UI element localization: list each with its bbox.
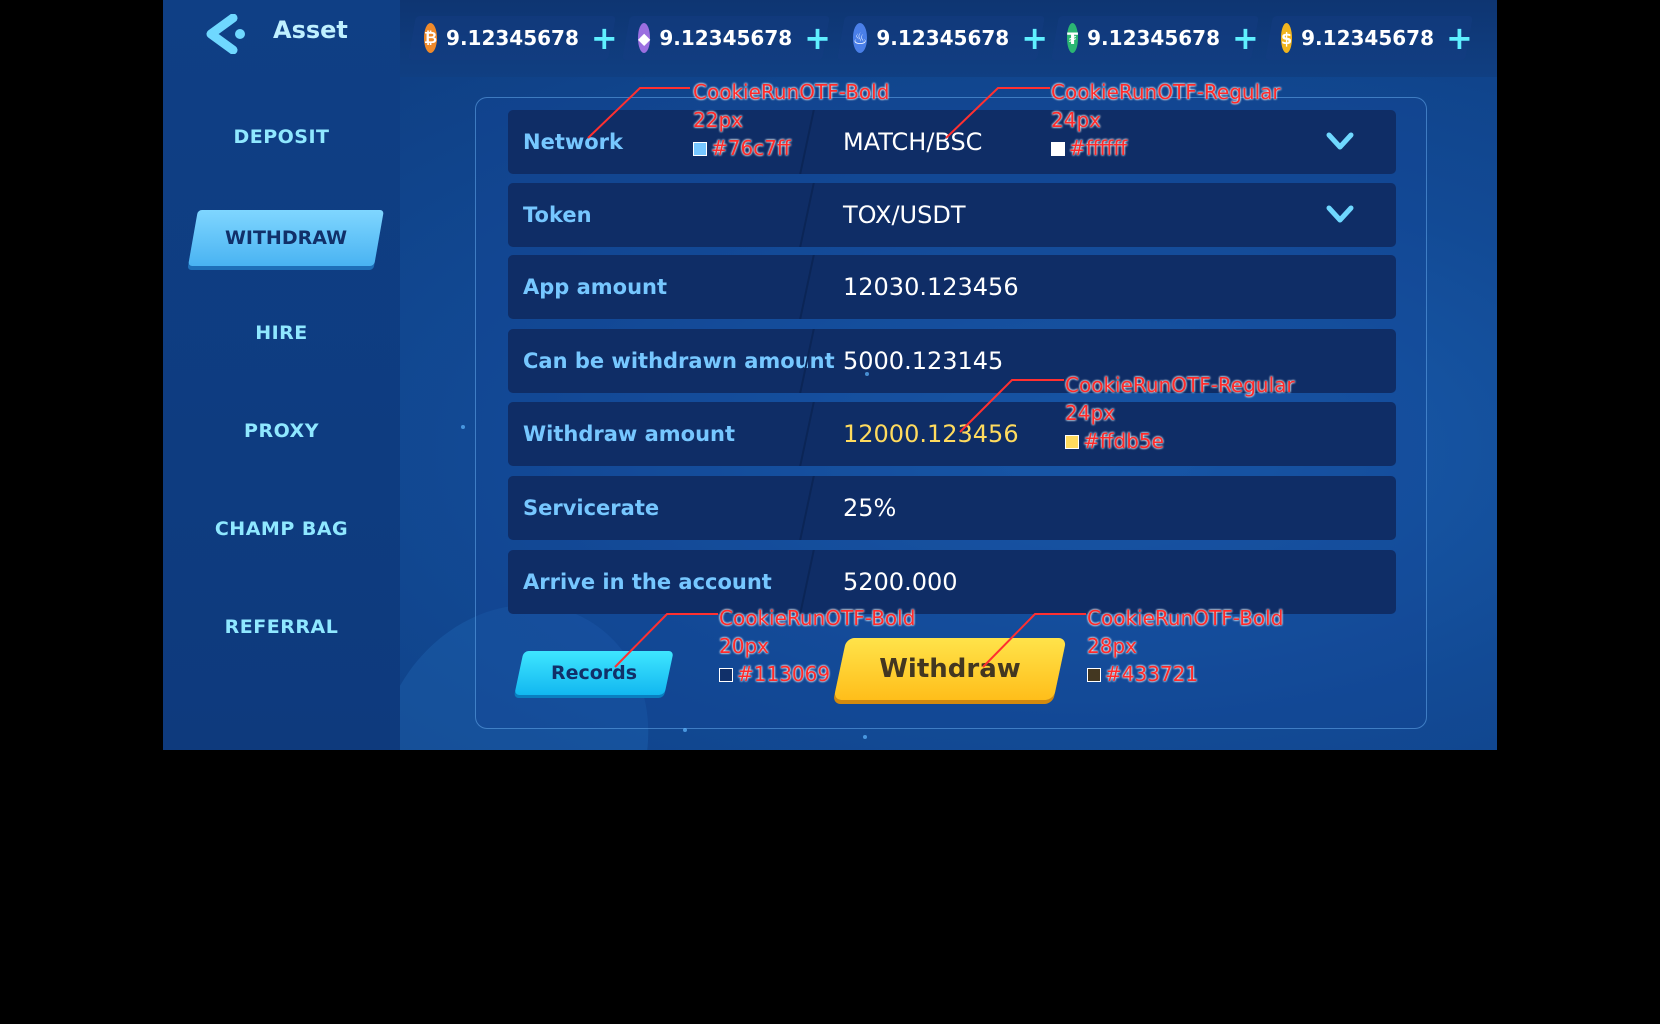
currency-item: $ 9.12345678 + xyxy=(1265,16,1473,60)
tether-icon: ₮ xyxy=(1067,23,1079,53)
currency-bar: ₿ 9.12345678 + ◆ 9.12345678 + ♨ 9.123456… xyxy=(400,0,1497,77)
ethereum-icon: ◆ xyxy=(638,23,651,53)
currency-item: ₮ 9.12345678 + xyxy=(1051,16,1259,60)
row-label: Withdraw amount xyxy=(523,422,736,446)
chevron-down-icon[interactable] xyxy=(1326,130,1354,154)
sparkle-dot xyxy=(683,728,687,732)
add-icon[interactable]: + xyxy=(1021,19,1048,57)
font-annotation: CookieRunOTF-Regular 24px #ffdb5e xyxy=(1065,373,1295,453)
sparkle-dot xyxy=(461,425,465,429)
token-row[interactable]: Token TOX/USDT xyxy=(508,183,1396,247)
sidebar-item-proxy[interactable]: PROXY xyxy=(163,420,400,442)
color-swatch xyxy=(1051,142,1065,156)
add-icon[interactable]: + xyxy=(591,19,618,57)
add-icon[interactable]: + xyxy=(804,19,831,57)
sidebar-item-label: WITHDRAW xyxy=(224,227,348,249)
app-amount-value: 12030.123456 xyxy=(843,273,1019,301)
currency-item: ₿ 9.12345678 + xyxy=(408,16,618,60)
back-arrow-icon[interactable] xyxy=(203,14,247,54)
currency-balance: 9.12345678 xyxy=(876,26,1010,50)
records-button-label: Records xyxy=(550,662,638,684)
add-icon[interactable]: + xyxy=(1232,19,1259,57)
sidebar-item-referral[interactable]: REFERRAL xyxy=(163,616,400,638)
flame-icon: ♨ xyxy=(853,23,868,53)
divider xyxy=(799,402,815,466)
chevron-down-icon[interactable] xyxy=(1326,203,1354,227)
sparkle-dot xyxy=(865,372,869,376)
divider xyxy=(799,183,815,247)
dollar-coin-icon: $ xyxy=(1281,23,1293,53)
currency-item: ◆ 9.12345678 + xyxy=(622,16,831,60)
row-label: Token xyxy=(523,203,592,227)
sidebar-item-hire[interactable]: HIRE xyxy=(163,322,400,344)
currency-balance: 9.12345678 xyxy=(1301,26,1434,50)
service-rate-row: Servicerate 25% xyxy=(508,476,1396,540)
withdraw-amount-input[interactable]: 12000.123456 xyxy=(843,402,1019,466)
color-swatch xyxy=(693,142,707,156)
app-amount-row: App amount 12030.123456 xyxy=(508,255,1396,319)
divider xyxy=(799,476,815,540)
font-annotation: CookieRunOTF-Bold 28px #433721 xyxy=(1087,606,1284,686)
currency-balance: 9.12345678 xyxy=(446,26,579,50)
row-label: Can be withdrawn amount xyxy=(523,349,835,373)
divider xyxy=(799,255,815,319)
font-annotation: CookieRunOTF-Regular 24px #ffffff xyxy=(1051,80,1281,160)
sidebar-item-withdraw[interactable]: WITHDRAW xyxy=(188,210,384,266)
currency-balance: 9.12345678 xyxy=(1087,26,1220,50)
records-button[interactable]: Records xyxy=(514,651,674,695)
color-swatch xyxy=(1065,435,1079,449)
withdrawable-amount-value: 5000.123145 xyxy=(843,347,1004,375)
sidebar-item-champ-bag[interactable]: CHAMP BAG xyxy=(163,518,400,540)
bitcoin-icon: ₿ xyxy=(424,23,438,53)
row-label: Servicerate xyxy=(523,496,660,520)
sidebar-item-deposit[interactable]: DEPOSIT xyxy=(163,126,400,148)
color-swatch xyxy=(1087,668,1101,682)
row-label: Network xyxy=(523,130,624,154)
currency-item: ♨ 9.12345678 + xyxy=(837,16,1048,60)
token-select-value: TOX/USDT xyxy=(843,201,966,229)
color-swatch xyxy=(719,668,733,682)
page-title: Asset xyxy=(273,16,348,44)
font-annotation: CookieRunOTF-Bold 22px #76c7ff xyxy=(693,80,890,160)
row-label: App amount xyxy=(523,275,668,299)
currency-balance: 9.12345678 xyxy=(659,26,793,50)
sidebar: Asset DEPOSIT WITHDRAW HIRE PROXY CHAMP … xyxy=(163,0,400,750)
sparkle-dot xyxy=(863,735,867,739)
add-icon[interactable]: + xyxy=(1446,19,1473,57)
font-annotation: CookieRunOTF-Bold 20px #113069 xyxy=(719,606,916,686)
service-rate-value: 25% xyxy=(843,494,897,522)
